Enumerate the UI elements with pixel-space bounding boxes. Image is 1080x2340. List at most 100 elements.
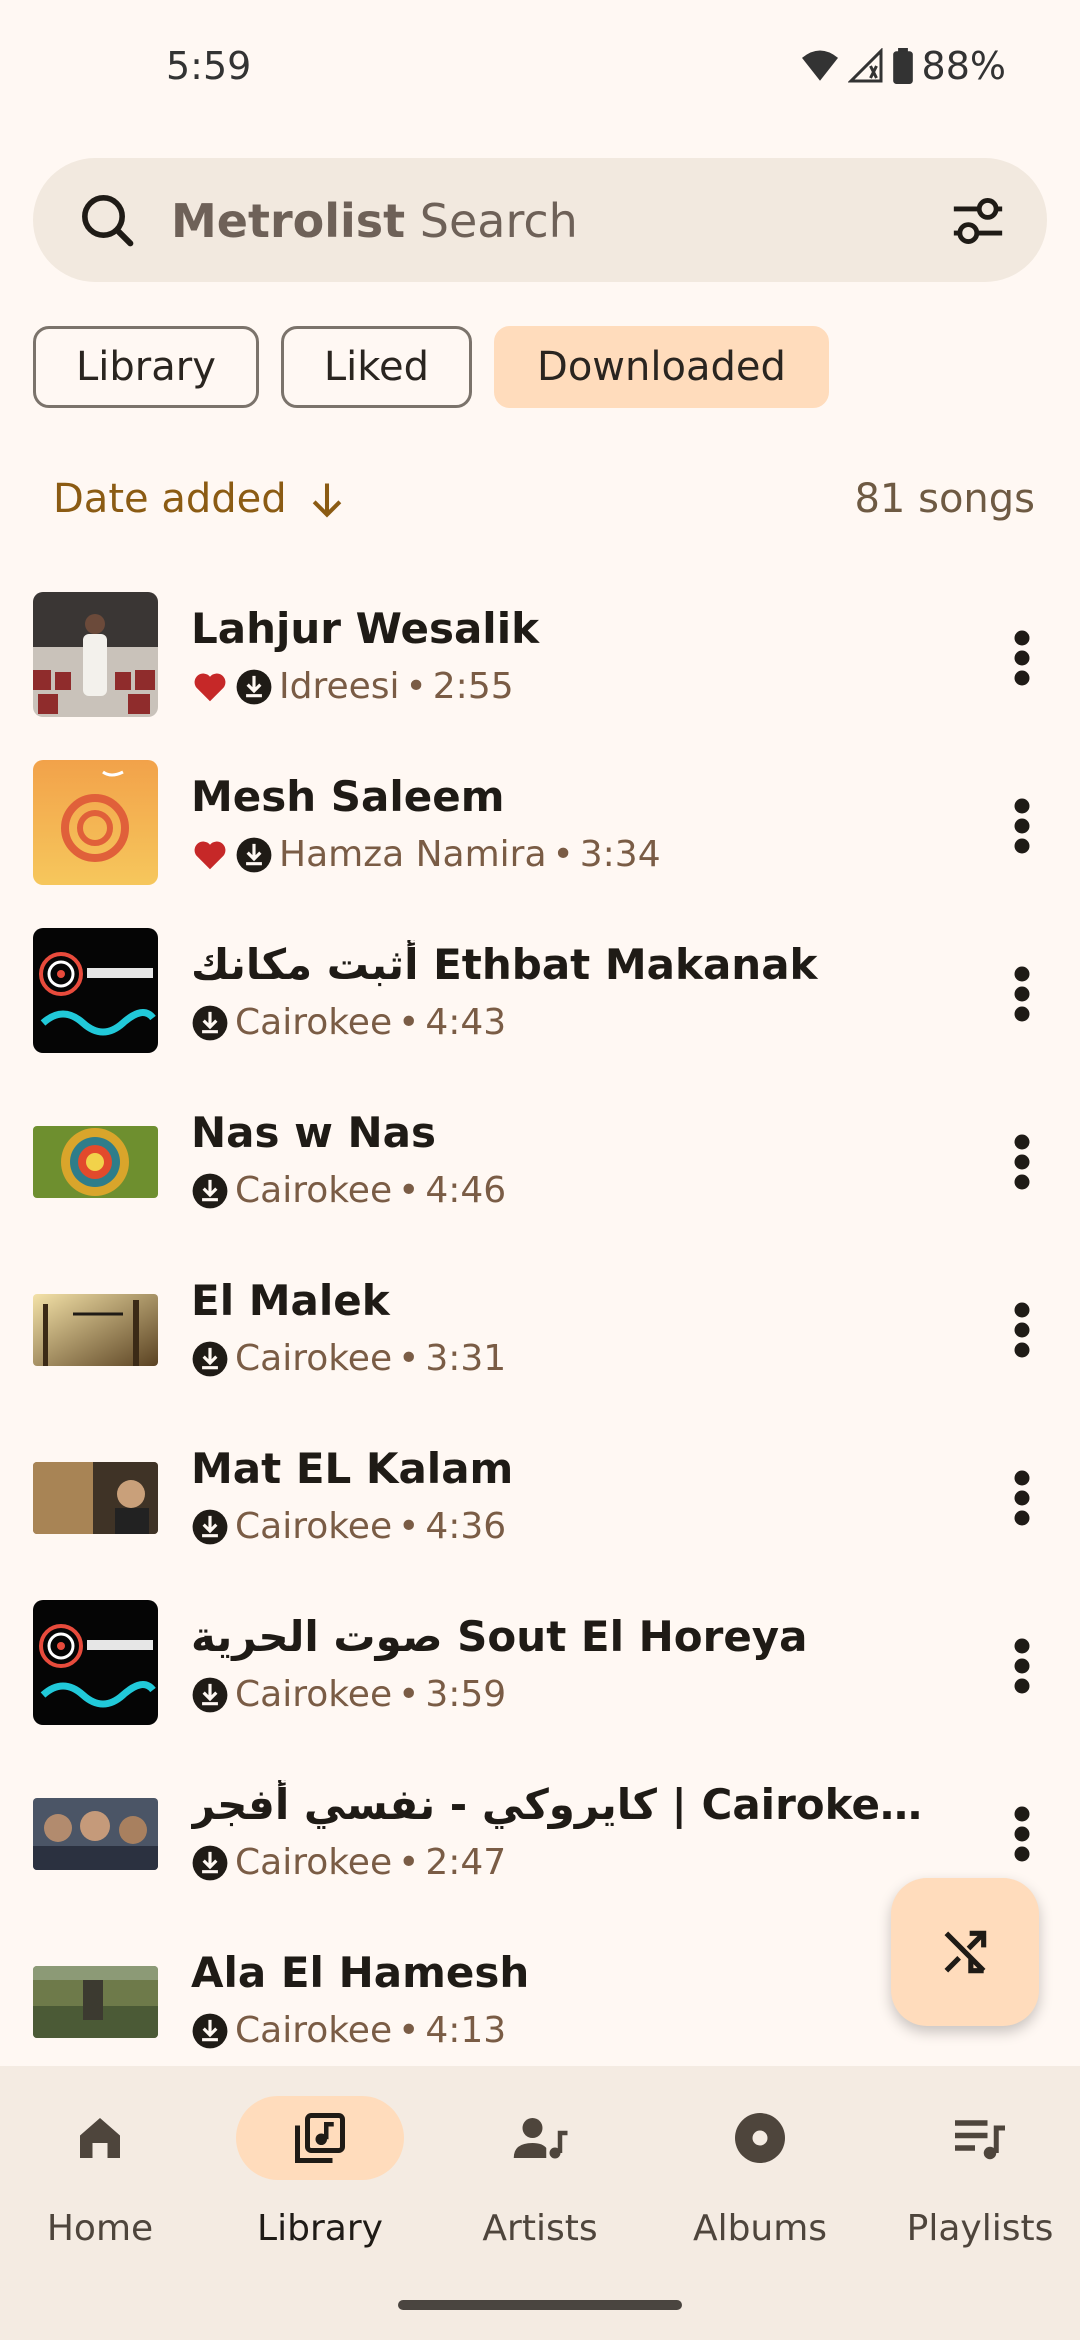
album-thumbnail <box>33 1126 158 1198</box>
song-duration: 4:46 <box>425 1170 507 1211</box>
chip-library[interactable]: Library <box>33 326 259 408</box>
download-done-icon <box>236 837 272 872</box>
signal-icon <box>847 48 883 83</box>
nav-playlists[interactable]: Playlists <box>880 2096 1080 2256</box>
nav-artists[interactable]: Artists <box>440 2096 640 2256</box>
album-thumbnail <box>33 760 158 885</box>
nav-label: Home <box>46 2208 154 2249</box>
song-row[interactable]: Mat EL Kalam Cairokee • 4:36 <box>0 1424 1080 1592</box>
more-vert-icon[interactable] <box>1010 628 1034 688</box>
battery-icon <box>892 48 913 84</box>
song-title: صوت الحرية Sout El Horeya <box>191 1612 808 1661</box>
song-row[interactable]: أثبت مكانك Ethbat Makanak Cairokee • 4:4… <box>0 920 1080 1088</box>
download-done-icon <box>192 1677 228 1712</box>
song-meta: Cairokee • 4:36 <box>191 1506 506 1547</box>
song-row[interactable]: Mesh Saleem Hamza Namira • 3:34 <box>0 752 1080 920</box>
album-thumbnail <box>33 1462 158 1534</box>
meta-separator: • <box>552 834 574 875</box>
more-vert-icon[interactable] <box>1010 1804 1034 1864</box>
download-done-icon <box>192 2013 228 2048</box>
filter-chips: Library Liked Downloaded <box>33 326 829 408</box>
song-meta: Cairokee • 2:47 <box>191 1842 506 1883</box>
wifi-icon <box>801 50 838 81</box>
more-vert-icon[interactable] <box>1010 1636 1034 1696</box>
song-list: Lahjur Wesalik Idreesi • 2:55 Mesh Salee… <box>0 584 1080 2096</box>
search-input[interactable]: Metrolist Search <box>171 194 578 248</box>
search-brand: Metrolist <box>171 194 406 248</box>
chip-downloaded[interactable]: Downloaded <box>494 326 829 408</box>
library-music-icon <box>295 2113 345 2163</box>
nav-library[interactable]: Library <box>220 2096 420 2256</box>
song-meta: Cairokee • 4:13 <box>191 2010 506 2051</box>
meta-separator: • <box>398 2010 420 2051</box>
download-done-icon <box>192 1341 228 1376</box>
status-icons: 88% <box>800 44 1006 88</box>
shuffle-button[interactable] <box>891 1878 1039 2026</box>
album-thumbnail <box>33 592 158 717</box>
meta-separator: • <box>398 1338 420 1379</box>
song-row[interactable]: El Malek Cairokee • 3:31 <box>0 1256 1080 1424</box>
heart-icon <box>194 673 226 701</box>
song-meta: Cairokee • 3:59 <box>191 1674 506 1715</box>
heart-icon <box>194 841 226 869</box>
song-artist: Cairokee <box>235 1338 393 1379</box>
meta-separator: • <box>398 1002 420 1043</box>
song-artist: Cairokee <box>235 1674 393 1715</box>
song-title: Lahjur Wesalik <box>191 604 540 653</box>
album-thumbnail <box>33 1600 158 1725</box>
nav-label: Playlists <box>906 2208 1054 2249</box>
nav-albums[interactable]: Albums <box>660 2096 860 2256</box>
song-meta: Hamza Namira • 3:34 <box>191 834 661 875</box>
song-meta: Idreesi • 2:55 <box>191 666 514 707</box>
chip-liked[interactable]: Liked <box>280 326 473 408</box>
song-duration: 3:34 <box>579 834 661 875</box>
more-vert-icon[interactable] <box>1010 796 1034 856</box>
song-title: Nas w Nas <box>191 1108 437 1157</box>
sort-button[interactable]: Date added <box>53 476 287 522</box>
nav-label: Albums <box>692 2208 828 2249</box>
song-row[interactable]: Lahjur Wesalik Idreesi • 2:55 <box>0 584 1080 752</box>
artist-icon <box>513 2118 568 2159</box>
more-vert-icon[interactable] <box>1010 1132 1034 1192</box>
more-vert-icon[interactable] <box>1010 1300 1034 1360</box>
download-done-icon <box>236 669 272 704</box>
home-icon <box>80 2118 120 2158</box>
song-duration: 4:13 <box>425 2010 507 2051</box>
song-title: أثبت مكانك Ethbat Makanak <box>191 940 818 989</box>
meta-separator: • <box>405 666 427 707</box>
song-artist: Cairokee <box>235 2010 393 2051</box>
arrow-down-icon[interactable] <box>305 478 349 522</box>
song-artist: Cairokee <box>235 1506 393 1547</box>
playlist-icon <box>955 2120 1005 2160</box>
song-duration: 2:55 <box>432 666 514 707</box>
gesture-bar[interactable] <box>398 2300 682 2310</box>
more-vert-icon[interactable] <box>1010 1468 1034 1528</box>
search-bar[interactable]: Metrolist Search <box>33 158 1047 282</box>
album-thumbnail <box>33 1798 158 1870</box>
song-duration: 4:36 <box>425 1506 507 1547</box>
album-thumbnail <box>33 1966 158 2038</box>
song-title: كايروكي - نفسي أفجر | Cairokee Nefsi Afa… <box>191 1780 931 1829</box>
meta-separator: • <box>398 1170 420 1211</box>
song-row[interactable]: صوت الحرية Sout El Horeya Cairokee • 3:5… <box>0 1592 1080 1760</box>
song-artist: Hamza Namira <box>279 834 547 875</box>
meta-separator: • <box>398 1506 420 1547</box>
song-title: Ala El Hamesh <box>191 1948 530 1997</box>
more-vert-icon[interactable] <box>1010 964 1034 1024</box>
filter-settings-icon[interactable] <box>949 192 1007 250</box>
song-meta: Cairokee • 4:46 <box>191 1170 506 1211</box>
song-row[interactable]: Nas w Nas Cairokee • 4:46 <box>0 1088 1080 1256</box>
song-count: 81 songs <box>854 476 1035 522</box>
album-icon <box>735 2113 785 2163</box>
song-artist: Cairokee <box>235 1842 393 1883</box>
song-artist: Cairokee <box>235 1170 393 1211</box>
nav-home[interactable]: Home <box>0 2096 200 2256</box>
status-bar: 5:59 88% <box>0 0 1080 140</box>
sort-row: Date added 81 songs <box>53 470 1035 530</box>
bottom-navigation: Home Library Artists Albums Playlists <box>0 2066 1080 2340</box>
song-title: Mesh Saleem <box>191 772 505 821</box>
nav-label: Artists <box>482 2208 598 2249</box>
song-duration: 3:59 <box>425 1674 507 1715</box>
song-duration: 4:43 <box>425 1002 507 1043</box>
song-duration: 2:47 <box>425 1842 507 1883</box>
